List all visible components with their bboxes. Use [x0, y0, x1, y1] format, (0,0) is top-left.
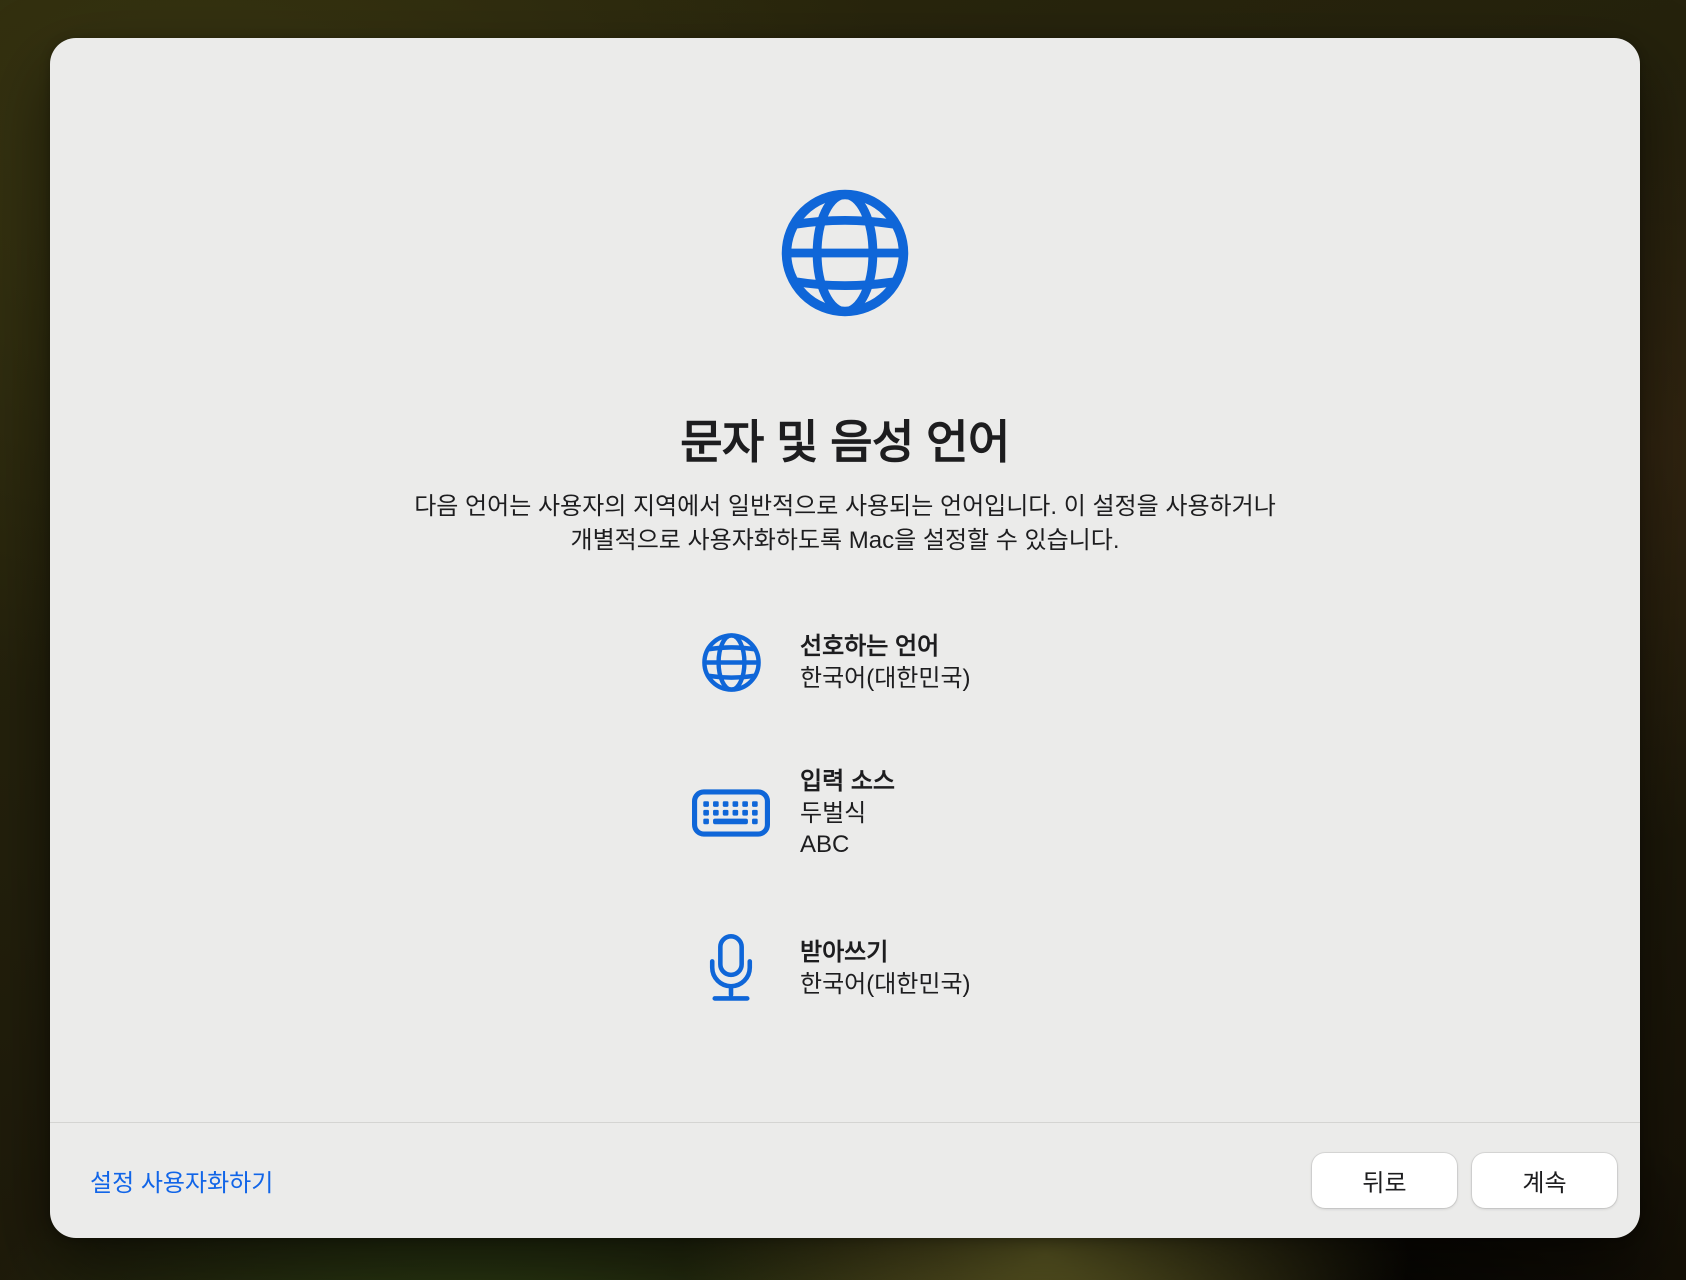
customize-settings-link[interactable]: 설정 사용자화하기 [90, 1163, 273, 1198]
setting-label: 선호하는 언어 [800, 631, 971, 663]
setting-value: 두벌식 [800, 798, 895, 829]
setting-item-input-sources: 입력 소스 두벌식 ABC [687, 764, 895, 861]
continue-button[interactable]: 계속 [1472, 1153, 1617, 1208]
footer-buttons: 뒤로 계속 [1312, 1153, 1617, 1208]
footer-bar: 설정 사용자화하기 뒤로 계속 [50, 1122, 1640, 1238]
setting-item-text: 받아쓰기 한국어(대한민국) [800, 937, 971, 1000]
setting-item-text: 입력 소스 두벌식 ABC [800, 766, 895, 860]
page-description-line-2: 개별적으로 사용자화하도록 Mac을 설정할 수 있습니다. [50, 524, 1640, 558]
setting-label: 받아쓰기 [800, 937, 971, 969]
setting-item-preferred-language: 선호하는 언어 한국어(대한민국) [687, 629, 971, 695]
back-button[interactable]: 뒤로 [1312, 1153, 1457, 1208]
page-title: 문자 및 음성 언어 [50, 406, 1640, 472]
page-description: 다음 언어는 사용자의 지역에서 일반적으로 사용되는 언어입니다. 이 설정을… [50, 490, 1640, 558]
globe-icon [777, 185, 913, 321]
setting-value: 한국어(대한민국) [800, 663, 971, 694]
setting-value: 한국어(대한민국) [800, 969, 971, 1000]
setting-item-text: 선호하는 언어 한국어(대한민국) [800, 631, 971, 694]
setup-assistant-window: 문자 및 음성 언어 다음 언어는 사용자의 지역에서 일반적으로 사용되는 언… [50, 38, 1640, 1238]
globe-icon [687, 631, 775, 694]
setting-label: 입력 소스 [800, 766, 895, 798]
desktop-background: 문자 및 음성 언어 다음 언어는 사용자의 지역에서 일반적으로 사용되는 언… [0, 0, 1686, 1280]
setting-value: ABC [800, 829, 895, 860]
setting-item-dictation: 받아쓰기 한국어(대한민국) [687, 934, 971, 1002]
page-description-line-1: 다음 언어는 사용자의 지역에서 일반적으로 사용되는 언어입니다. 이 설정을… [50, 490, 1640, 524]
keyboard-icon [687, 789, 775, 837]
header-icon-container [50, 185, 1640, 321]
microphone-icon [687, 934, 775, 1002]
